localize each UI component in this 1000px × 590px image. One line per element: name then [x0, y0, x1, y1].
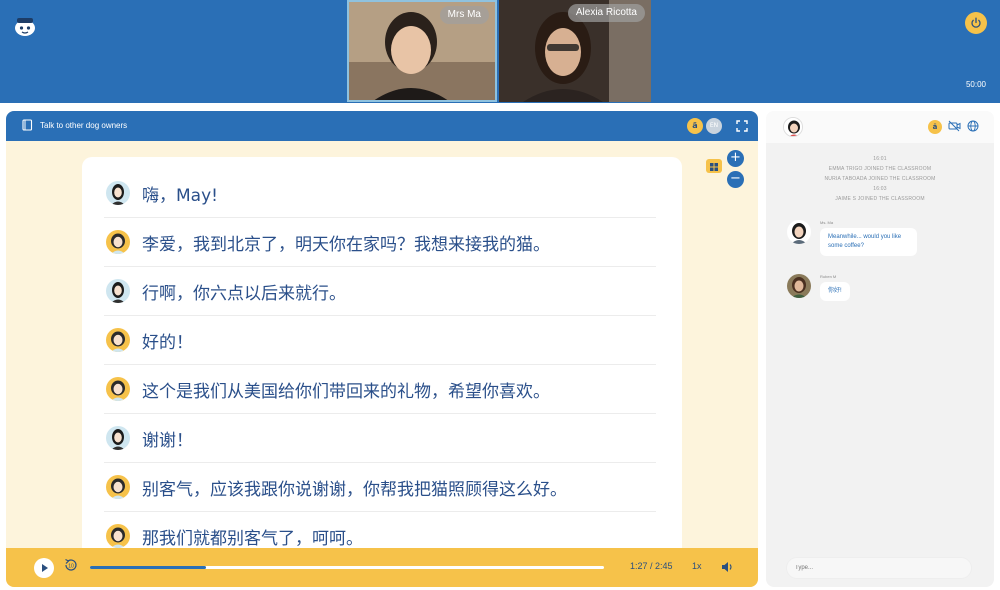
- dialogue-text: 嗨，May!: [142, 186, 218, 206]
- message-text: some coffee?: [828, 243, 864, 249]
- dialogue-text: 别客气，应该我跟你说谢谢，你帮我把猫照顾得这么好。: [142, 480, 567, 500]
- dialogue-line[interactable]: 别客气，应该我跟你说谢谢，你帮我把猫照顾得这么好。: [104, 463, 656, 512]
- video-bar: Mrs Ma Alexia Ricotta 50:00: [0, 0, 1000, 103]
- system-message: 16:01: [873, 156, 887, 162]
- layout-toggle-button[interactable]: [706, 159, 722, 173]
- avatar: [106, 279, 130, 303]
- zoom-out-button[interactable]: −: [727, 171, 744, 188]
- system-message: 16:03: [873, 186, 887, 192]
- message-text: Meanwhile... would you like: [828, 234, 902, 240]
- avatar: [106, 377, 130, 401]
- avatar: [787, 220, 811, 244]
- lesson-panel: Talk to other dog owners ä EN 嗨，May! 李爱，我…: [6, 111, 758, 587]
- avatar: [787, 274, 811, 298]
- grid-icon: [710, 163, 718, 171]
- chat-input[interactable]: [786, 557, 972, 579]
- message-text: 你好!: [828, 288, 842, 294]
- dialogue-line[interactable]: 李爱，我到北京了，明天你在家吗？我想来接我的猫。: [104, 218, 656, 267]
- progress-track[interactable]: [90, 566, 604, 569]
- chat-panel: ä 16:01 EMMA TRIGO JOINED THE CLASSROOM …: [766, 111, 994, 587]
- zoom-in-button[interactable]: +: [727, 150, 744, 167]
- dialogue-line[interactable]: 行啊，你六点以后来就行。: [104, 267, 656, 316]
- system-message: JAIME S JOINED THE CLASSROOM: [835, 196, 925, 202]
- chat-message-bubble: 你好!: [820, 282, 850, 301]
- participant-name-tag: Alexia Ricotta: [567, 4, 645, 22]
- avatar[interactable]: [783, 117, 803, 137]
- dialogue-text: 好的！: [142, 333, 193, 353]
- system-message: EMMA TRIGO JOINED THE CLASSROOM: [828, 166, 932, 172]
- avatar: [106, 328, 130, 352]
- chat-header: ä: [766, 111, 994, 143]
- language-toggle-native[interactable]: ä: [687, 118, 703, 134]
- session-timer: 50:00: [965, 80, 986, 89]
- svg-text:10: 10: [68, 564, 74, 570]
- video-tile-teacher[interactable]: Mrs Ma: [347, 0, 497, 102]
- app-root: Mrs Ma Alexia Ricotta 50:00 Talk to othe…: [0, 0, 1000, 590]
- globe-icon[interactable]: [967, 120, 979, 132]
- lesson-title: Talk to other dog owners: [40, 121, 128, 130]
- power-button[interactable]: [965, 12, 987, 34]
- volume-icon[interactable]: [720, 560, 734, 574]
- book-icon: [22, 119, 33, 131]
- dialogue-text: 这个是我们从美国给你们带回来的礼物，希望你喜欢。: [142, 382, 550, 402]
- playback-speed-button[interactable]: 1x: [692, 561, 702, 571]
- playback-time: 1:27 / 2:45: [630, 561, 673, 571]
- avatar: [106, 475, 130, 499]
- rewind-10-icon[interactable]: 10: [63, 557, 79, 573]
- participant-name-tag: Mrs Ma: [439, 6, 489, 24]
- video-tile-student[interactable]: Alexia Ricotta: [499, 0, 651, 102]
- message-author: Ms. Ma: [820, 220, 834, 225]
- avatar: [106, 524, 130, 548]
- avatar: [106, 426, 130, 450]
- message-author: Ruben M: [820, 274, 837, 279]
- power-icon: [971, 17, 981, 28]
- chat-language-badge[interactable]: ä: [928, 120, 942, 134]
- dialogue-text: 李爱，我到北京了，明天你在家吗？我想来接我的猫。: [142, 235, 550, 255]
- play-button[interactable]: [34, 558, 54, 578]
- system-message: NURIA TABOADA JOINED THE CLASSROOM: [824, 176, 936, 182]
- camera-off-icon[interactable]: [948, 120, 961, 132]
- dialogue-text: 行啊，你六点以后来就行。: [142, 284, 346, 304]
- logo-icon: [12, 12, 38, 38]
- progress-fill: [90, 566, 206, 569]
- fullscreen-icon[interactable]: [736, 120, 748, 132]
- language-toggle-english[interactable]: EN: [706, 118, 722, 134]
- avatar: [106, 230, 130, 254]
- dialogue-card: 嗨，May! 李爱，我到北京了，明天你在家吗？我想来接我的猫。 行啊，你六点以后来就…: [82, 157, 682, 557]
- dialogue-text: 谢谢！: [142, 431, 193, 451]
- avatar: [106, 181, 130, 205]
- audio-player: 10 1:27 / 2:45 1x: [6, 548, 758, 587]
- dialogue-line[interactable]: 这个是我们从美国给你们带回来的礼物，希望你喜欢。: [104, 365, 656, 414]
- lesson-header: Talk to other dog owners ä EN: [6, 111, 758, 141]
- dialogue-line[interactable]: 好的！: [104, 316, 656, 365]
- play-icon: [42, 564, 48, 572]
- dialogue-line[interactable]: 谢谢！: [104, 414, 656, 463]
- chat-message-bubble: Meanwhile... would you like some coffee?: [820, 228, 917, 256]
- dialogue-text: 那我们就都别客气了，呵呵。: [142, 529, 363, 549]
- dialogue-line[interactable]: 嗨，May!: [104, 169, 656, 218]
